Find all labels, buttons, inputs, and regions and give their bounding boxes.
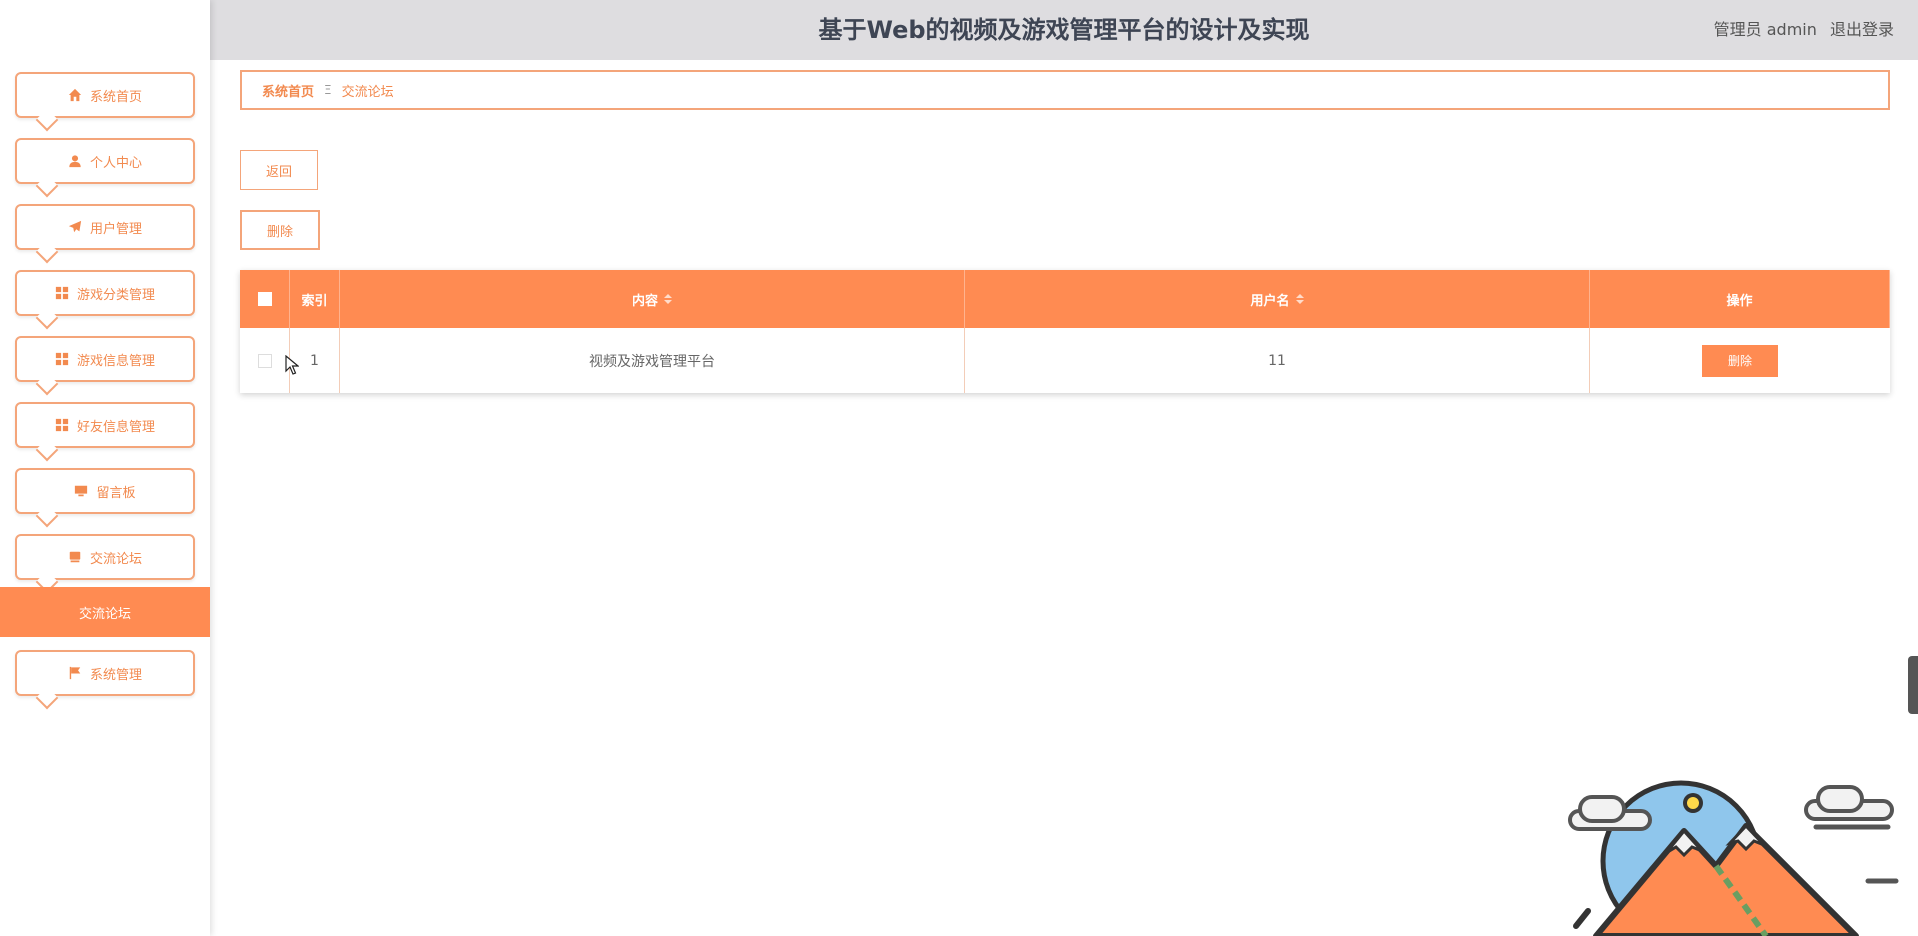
row-delete-button[interactable]: 删除: [1702, 344, 1778, 377]
mouse-cursor-icon: [285, 355, 299, 375]
sidebar-item-game-category[interactable]: 游戏分类管理: [15, 270, 195, 316]
forum-table: 索引 内容 用户名 操作 1 视频及游戏管理平台 11 删除: [240, 270, 1890, 393]
sidebar-item-label: 交流论坛: [89, 551, 142, 567]
row-username: 11: [965, 328, 1590, 393]
header-username-label: 用户名: [1250, 293, 1290, 309]
user-area: 管理员 admin 退出登录: [1706, 0, 1894, 60]
sidebar-subitem-forum[interactable]: 交流论坛: [0, 587, 210, 637]
sort-icon: [1295, 294, 1304, 304]
sidebar-item-friends[interactable]: 好友信息管理: [15, 402, 195, 448]
table-row: 1 视频及游戏管理平台 11 删除: [240, 328, 1890, 393]
paper-plane-icon: [68, 220, 82, 234]
breadcrumb-home[interactable]: 系统首页: [262, 81, 314, 100]
person-icon: [68, 154, 82, 168]
grid-icon: [55, 352, 69, 366]
table-header: 索引 内容 用户名 操作: [240, 270, 1890, 328]
top-header: 基于Web的视频及游戏管理平台的设计及实现 管理员 admin 退出登录: [210, 0, 1918, 60]
sidebar-item-forum[interactable]: 交流论坛: [15, 534, 195, 580]
sidebar-item-system[interactable]: 系统管理: [15, 650, 195, 696]
flag-icon: [68, 666, 82, 680]
sidebar-item-label: 系统首页: [89, 89, 142, 105]
delete-button[interactable]: 删除: [240, 210, 320, 250]
mountain-illustration-icon: [1568, 780, 1899, 936]
sidebar-item-label: 个人中心: [89, 155, 142, 171]
app-root: 系统首页 个人中心 用户管理 游戏分类管理 游戏信息管理 好友信息管理 留言板: [0, 0, 1918, 936]
header-username[interactable]: 用户名: [965, 270, 1590, 328]
sidebar: 系统首页 个人中心 用户管理 游戏分类管理 游戏信息管理 好友信息管理 留言板: [0, 0, 210, 936]
row-checkbox[interactable]: [257, 353, 272, 368]
grid-icon: [55, 418, 69, 432]
select-all-checkbox[interactable]: [257, 292, 272, 306]
forum-icon: [68, 550, 82, 564]
sidebar-item-label: 用户管理: [89, 221, 142, 237]
admin-label: 管理员 admin: [1713, 20, 1817, 39]
header-content[interactable]: 内容: [340, 270, 965, 328]
home-icon: [68, 88, 82, 102]
logout-link[interactable]: 退出登录: [1830, 20, 1894, 39]
row-select-cell: [240, 328, 290, 393]
header-index: 索引: [290, 270, 340, 328]
sidebar-item-profile[interactable]: 个人中心: [15, 138, 195, 184]
header-select-cell: [240, 270, 290, 328]
sidebar-item-message-board[interactable]: 留言板: [15, 468, 195, 514]
header-content-label: 内容: [631, 293, 658, 309]
breadcrumb-current: 交流论坛: [341, 84, 394, 100]
row-content: 视频及游戏管理平台: [340, 328, 965, 393]
sidebar-item-home[interactable]: 系统首页: [15, 72, 195, 118]
page-title: 基于Web的视频及游戏管理平台的设计及实现: [818, 16, 1310, 44]
header-action: 操作: [1590, 270, 1890, 328]
breadcrumb-separator: Ξ: [324, 83, 332, 97]
sort-icon: [664, 294, 672, 304]
grid-icon: [55, 286, 69, 300]
sidebar-item-label: 游戏信息管理: [76, 353, 155, 369]
sidebar-item-game-info[interactable]: 游戏信息管理: [15, 336, 195, 382]
row-action-cell: 删除: [1590, 328, 1890, 393]
sidebar-item-label: 系统管理: [89, 667, 142, 683]
sidebar-item-label: 留言板: [96, 485, 136, 501]
sidebar-item-label: 好友信息管理: [76, 419, 155, 435]
sidebar-item-label: 游戏分类管理: [76, 287, 155, 303]
monitor-icon: [74, 484, 88, 498]
sidebar-item-users[interactable]: 用户管理: [15, 204, 195, 250]
back-button[interactable]: 返回: [240, 150, 318, 190]
edge-tab-handle[interactable]: [1908, 656, 1918, 714]
breadcrumb: 系统首页 Ξ 交流论坛: [240, 70, 1890, 110]
